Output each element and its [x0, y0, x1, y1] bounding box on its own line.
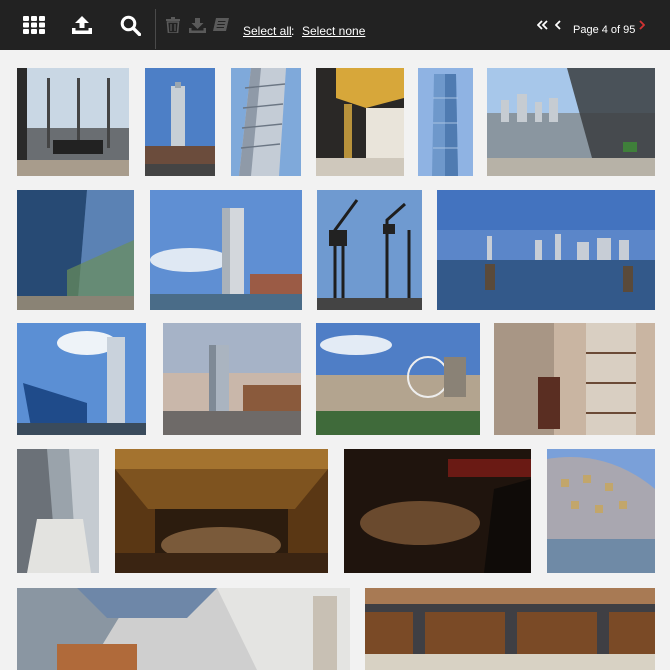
photo-thumbnail[interactable]: [17, 190, 134, 310]
select-none-link[interactable]: Select none: [302, 24, 365, 38]
toolbar: Select all : Select none Page 4 of 95: [0, 0, 670, 50]
trash-icon: [166, 17, 180, 33]
photo-thumbnail[interactable]: [145, 68, 215, 176]
page-indicator: Page 4 of 95: [573, 24, 636, 36]
delete-button[interactable]: [163, 0, 183, 50]
photo-thumbnail[interactable]: [487, 68, 655, 176]
photo-thumbnail[interactable]: [17, 449, 99, 573]
photo-thumbnail[interactable]: [17, 588, 350, 670]
photo-thumbnail[interactable]: [150, 190, 302, 310]
book-icon: [213, 17, 229, 31]
photo-thumbnail[interactable]: [365, 588, 655, 670]
photo-thumbnail[interactable]: [163, 323, 301, 435]
next-page-button[interactable]: [636, 0, 648, 50]
photo-grid: [0, 50, 670, 670]
photo-thumbnail[interactable]: [316, 68, 404, 176]
photo-thumbnail[interactable]: [547, 449, 655, 573]
photo-thumbnail[interactable]: [17, 68, 129, 176]
photo-thumbnail[interactable]: [115, 449, 328, 573]
upload-icon: [72, 16, 92, 34]
book-button[interactable]: [210, 0, 232, 50]
prev-page-button[interactable]: [552, 0, 564, 50]
first-page-button[interactable]: [535, 0, 549, 50]
photo-thumbnail[interactable]: [344, 449, 531, 573]
photo-thumbnail[interactable]: [437, 190, 655, 310]
download-button[interactable]: [186, 0, 208, 50]
next-page-icon: [639, 20, 645, 30]
download-icon: [188, 17, 206, 33]
select-separator: :: [291, 24, 295, 38]
photo-thumbnail[interactable]: [418, 68, 473, 176]
prev-page-icon: [555, 20, 561, 30]
photo-thumbnail[interactable]: [17, 323, 146, 435]
search-button[interactable]: [116, 0, 144, 50]
photo-thumbnail[interactable]: [494, 323, 655, 435]
photo-thumbnail[interactable]: [231, 68, 301, 176]
first-page-icon: [536, 20, 548, 30]
upload-button[interactable]: [68, 0, 96, 50]
photo-thumbnail[interactable]: [316, 323, 480, 435]
select-all-link[interactable]: Select all: [243, 24, 292, 38]
grid-view-button[interactable]: [20, 0, 48, 50]
photo-thumbnail[interactable]: [317, 190, 422, 310]
toolbar-separator: [155, 9, 156, 49]
search-icon: [120, 15, 141, 36]
grid-icon: [23, 16, 45, 34]
